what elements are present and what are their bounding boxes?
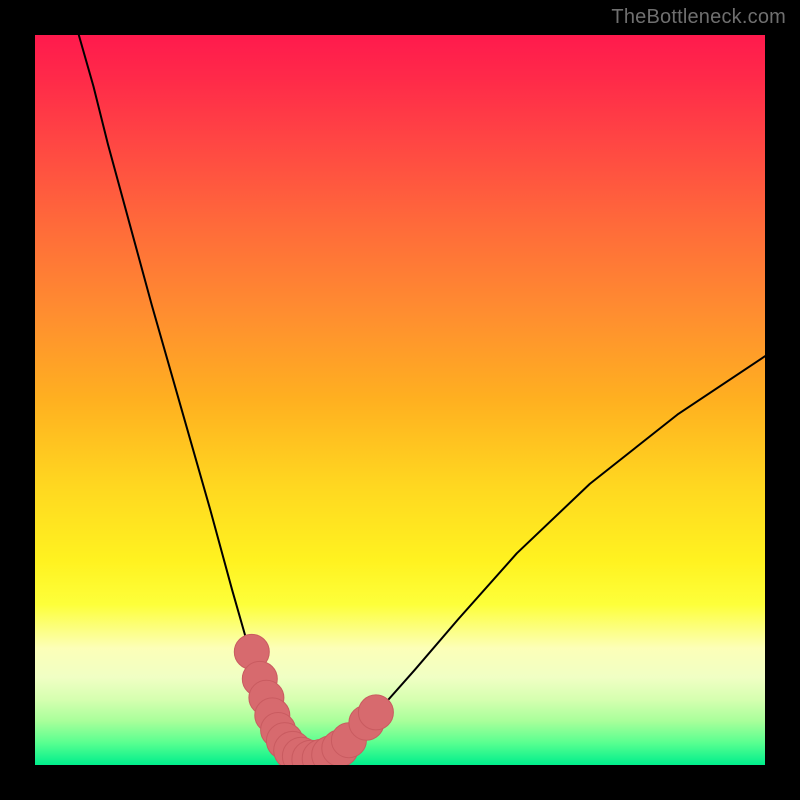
chart-svg bbox=[35, 35, 765, 765]
curve-markers bbox=[234, 634, 393, 765]
curve-marker bbox=[358, 695, 393, 730]
plot-area bbox=[35, 35, 765, 765]
bottleneck-curve bbox=[79, 35, 765, 761]
chart-frame: TheBottleneck.com bbox=[0, 0, 800, 800]
watermark-text: TheBottleneck.com bbox=[611, 6, 786, 29]
